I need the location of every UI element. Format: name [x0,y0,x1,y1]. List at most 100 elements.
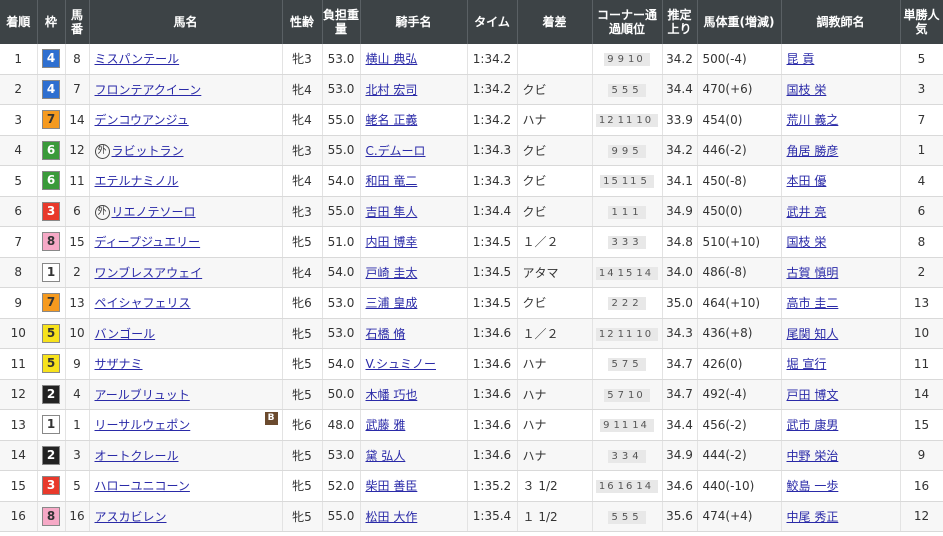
horse-cell: ワンブレスアウェイ [89,257,283,288]
jockey-link[interactable]: C.デムーロ [366,144,426,158]
jockey-link[interactable]: 北村 宏司 [366,83,418,97]
corner-position: 5 [621,84,631,96]
horse-link[interactable]: オートクレール [95,449,179,463]
jockey-link[interactable]: 柴田 善臣 [366,479,418,493]
waku-cell: 4 [37,74,66,105]
corner-cell: 12 11 10 [592,318,663,349]
weight-cell: 53.0 [322,318,361,349]
corner-cell: 12 11 10 [592,104,663,136]
jockey-link[interactable]: 木幡 巧也 [366,388,418,402]
trainer-link[interactable]: 昆 貢 [787,52,815,66]
horse-link[interactable]: フロンテアクイーン [95,83,202,97]
time-cell: 1:34.6 [467,379,518,410]
waku-badge: 8 [42,232,60,252]
jockey-cell: 松田 大作 [360,501,468,532]
jockey-link[interactable]: 吉田 隼人 [366,205,418,219]
corner-position: 12 [598,115,616,127]
corner-positions: 555 [608,510,646,524]
race-results-table: 着順 枠 馬番 馬名 性齢 負担重量 騎手名 タイム 着差 コーナー通過順位 推… [0,0,943,532]
sexage-cell: 牝4 [282,74,323,105]
corner-position: 12 [598,328,616,340]
jockey-link[interactable]: 黛 弘人 [366,449,406,463]
trainer-link[interactable]: 本田 優 [787,174,827,188]
trainer-link[interactable]: 中尾 秀正 [787,510,839,524]
bodyweight-cell: 446(-2) [697,135,782,166]
horse-link[interactable]: バンゴール [95,327,156,341]
margin-cell: クビ [517,74,593,105]
popularity-cell: 1 [900,135,943,166]
trainer-cell: 古賀 慎明 [781,257,901,288]
jockey-link[interactable]: 松田 大作 [366,510,418,524]
header-umaban: 馬番 [65,0,90,44]
corner-position: 1 [632,206,641,218]
rank-cell: 13 [0,409,38,441]
corner-positions: 16 16 14 [595,480,659,494]
horse-link[interactable]: アールブリュット [95,388,190,402]
horse-cell: アールブリュット [89,379,283,410]
horse-link[interactable]: ラビットラン [112,144,184,158]
trainer-link[interactable]: 角居 勝彦 [787,144,839,158]
horse-link[interactable]: ハローユニコーン [95,479,190,493]
trainer-link[interactable]: 鮫島 一歩 [787,479,839,493]
trainer-link[interactable]: 高市 圭二 [787,296,839,310]
horse-link[interactable]: サザナミ [95,357,143,371]
horse-link[interactable]: エテルナミノル [95,174,179,188]
jockey-link[interactable]: 和田 竜二 [366,174,418,188]
last3f-cell: 34.4 [662,409,698,441]
table-row: 6 3 6 外リエノテソーロ 牝3 55.0 吉田 隼人 1:34.4 クビ 1 1 1 34.9 450… [0,196,943,227]
corner-position: 4 [632,450,641,462]
trainer-cell: 中尾 秀正 [781,501,901,532]
trainer-link[interactable]: 堀 宣行 [787,357,827,371]
corner-position: 15 [603,176,620,188]
trainer-link[interactable]: 中野 栄治 [787,449,839,463]
horse-link[interactable]: ペイシャフェリス [95,296,191,310]
jockey-link[interactable]: 横山 典弘 [366,52,418,66]
horse-link[interactable]: ワンブレスアウェイ [95,266,203,280]
jockey-cell: 蛯名 正義 [360,104,468,136]
umaban-cell: 8 [65,44,90,75]
table-row: 11 5 9 サザナミ 牝5 54.0 V.シュミノー 1:34.6 ハナ 5 7 5 34.7 426(… [0,348,943,380]
trainer-link[interactable]: 戸田 博文 [787,388,839,402]
sexage-cell: 牝5 [282,379,323,410]
jockey-link[interactable]: 蛯名 正義 [366,113,418,127]
jockey-link[interactable]: 戸崎 圭太 [366,266,418,280]
trainer-link[interactable]: 国枝 栄 [787,235,827,249]
waku-cell: 6 [37,165,66,197]
trainer-link[interactable]: 尾関 知人 [787,327,839,341]
horse-link[interactable]: リーサルウェポン [95,418,191,432]
corner-position: 5 [607,389,616,401]
corner-cell: 5 7 10 [592,379,663,410]
popularity-cell: 12 [900,501,943,532]
waku-badge: 2 [42,384,60,404]
waku-cell: 7 [37,104,66,136]
horse-link[interactable]: アスカビレン [95,510,167,524]
horse-link[interactable]: デンコウアンジュ [95,113,189,127]
waku-cell: 3 [37,470,66,502]
rank-cell: 5 [0,165,38,197]
trainer-link[interactable]: 古賀 慎明 [787,266,839,280]
umaban-cell: 4 [65,379,90,410]
jockey-link[interactable]: 内田 博幸 [366,235,418,249]
jockey-link[interactable]: V.シュミノー [366,357,436,371]
trainer-link[interactable]: 武井 亮 [787,205,827,219]
trainer-link[interactable]: 国枝 栄 [787,83,827,97]
corner-position: 2 [621,298,631,310]
table-row: 14 2 3 オートクレール 牝5 53.0 黛 弘人 1:34.6 ハナ 3 3 4 34.9 444(… [0,440,943,471]
corner-position: 11 [617,115,635,127]
trainer-cell: 昆 貢 [781,44,901,75]
jockey-link[interactable]: 三浦 皇成 [366,296,418,310]
horse-link[interactable]: ディープジュエリー [95,235,201,249]
last3f-cell: 34.6 [662,470,698,502]
trainer-link[interactable]: 荒川 義之 [787,113,839,127]
jockey-cell: 吉田 隼人 [360,196,468,227]
jockey-cell: 横山 典弘 [360,44,468,75]
horse-link[interactable]: リエノテソーロ [112,205,196,219]
trainer-link[interactable]: 武市 康男 [787,418,839,432]
time-cell: 1:34.3 [467,135,518,166]
horse-link[interactable]: ミスパンテール [95,52,180,66]
rank-cell: 7 [0,226,38,258]
jockey-link[interactable]: 石橋 脩 [366,327,406,341]
jockey-link[interactable]: 武藤 雅 [366,418,406,432]
rank-cell: 3 [0,104,38,136]
corner-positions: 222 [608,297,646,311]
